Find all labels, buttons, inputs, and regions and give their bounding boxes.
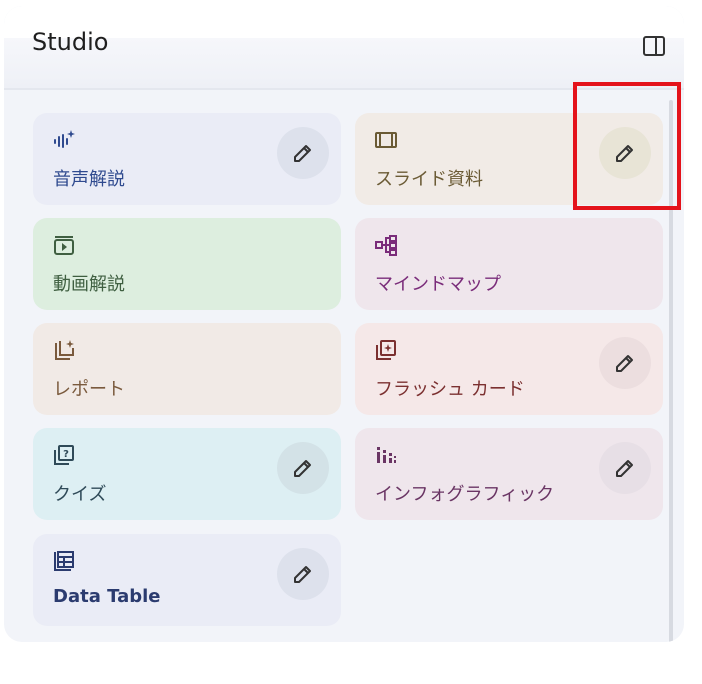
report-icon xyxy=(55,340,74,360)
edit-button[interactable] xyxy=(599,442,651,494)
scrollbar[interactable] xyxy=(667,96,675,642)
edit-button[interactable] xyxy=(599,127,651,179)
tile-label: インフォグラフィック xyxy=(375,484,555,505)
tile-label: Data Table xyxy=(53,586,161,607)
audio-sparkle-icon xyxy=(54,130,75,148)
tile-data-table[interactable]: Data Table xyxy=(33,534,341,626)
tile-label: クイズ xyxy=(53,484,107,505)
tile-quiz[interactable]: ? クイズ xyxy=(33,428,341,520)
flashcard-icon xyxy=(376,340,396,360)
bottom-strip xyxy=(0,646,702,684)
table-icon xyxy=(54,551,74,571)
tile-slides[interactable]: スライド資料 xyxy=(355,113,663,205)
pencil-icon xyxy=(294,145,311,162)
tile-label: 動画解説 xyxy=(53,274,125,295)
edit-button[interactable] xyxy=(599,337,651,389)
tile-label: マインドマップ xyxy=(375,274,501,295)
panel-header: Studio xyxy=(4,6,684,88)
pencil-icon xyxy=(616,145,633,162)
infographic-icon xyxy=(377,447,396,463)
tile-label: 音声解説 xyxy=(53,169,125,190)
panel-title: Studio xyxy=(32,28,109,56)
pencil-icon xyxy=(294,460,311,477)
sidebar-panel-icon xyxy=(643,36,665,56)
scrollbar-thumb[interactable] xyxy=(669,100,673,642)
tile-flashcards[interactable]: フラッシュ カード xyxy=(355,323,663,415)
edit-button[interactable] xyxy=(277,442,329,494)
tile-audio-overview[interactable]: 音声解説 xyxy=(33,113,341,205)
pencil-icon xyxy=(616,460,633,477)
mindmap-icon xyxy=(375,235,397,256)
tile-infographic[interactable]: インフォグラフィック xyxy=(355,428,663,520)
edit-button[interactable] xyxy=(277,127,329,179)
tile-video-overview[interactable]: 動画解説 xyxy=(33,218,341,310)
tile-label: スライド資料 xyxy=(375,169,483,190)
sidebar-toggle-button[interactable] xyxy=(640,32,668,60)
video-icon xyxy=(54,236,74,255)
pencil-icon xyxy=(616,355,633,372)
svg-text:?: ? xyxy=(63,449,69,460)
tile-label: レポート xyxy=(53,379,125,400)
tile-report[interactable]: レポート xyxy=(33,323,341,415)
slides-icon xyxy=(375,132,397,148)
edit-button[interactable] xyxy=(277,548,329,600)
quiz-icon: ? xyxy=(54,445,74,465)
pencil-icon xyxy=(294,566,311,583)
tile-mindmap[interactable]: マインドマップ xyxy=(355,218,663,310)
tile-label: フラッシュ カード xyxy=(375,379,525,400)
header-divider xyxy=(4,88,684,90)
